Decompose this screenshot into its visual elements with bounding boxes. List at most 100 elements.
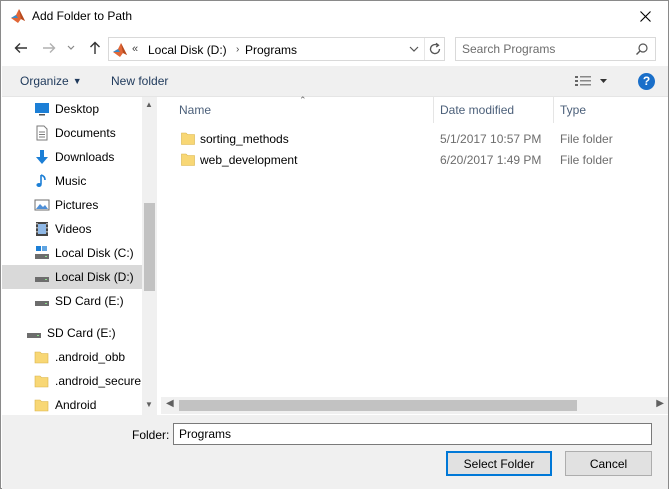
- file-name: web_development: [200, 153, 298, 167]
- file-date-modified: 6/20/2017 1:49 PM: [440, 153, 542, 167]
- scroll-right-icon[interactable]: ▶: [656, 398, 664, 409]
- refresh-icon[interactable]: [427, 41, 443, 57]
- sidebar-item-android[interactable]: Android: [2, 393, 142, 415]
- file-list-horizontal-scrollbar[interactable]: ◀ ▶: [161, 397, 668, 414]
- drive-icon: [35, 277, 49, 282]
- scroll-up-icon[interactable]: ▲: [145, 100, 153, 109]
- command-bar: Organize ▼ New folder ?: [2, 66, 668, 97]
- sidebar-item-label: Local Disk (D:): [55, 270, 134, 284]
- breadcrumb-local-disk-d[interactable]: Local Disk (D:): [148, 43, 227, 57]
- sidebar-item-label: Local Disk (C:): [55, 246, 134, 260]
- sidebar-item-music[interactable]: Music: [2, 169, 142, 193]
- folder-name-input[interactable]: [173, 423, 652, 445]
- dialog-footer: Folder: Select Folder Cancel: [2, 415, 668, 489]
- breadcrumb-separator-icon[interactable]: ›: [236, 44, 239, 55]
- window-title: Add Folder to Path: [32, 9, 133, 23]
- music-icon: [36, 174, 46, 187]
- folder-icon: [34, 351, 49, 364]
- add-folder-dialog: Add Folder to Path « Local Disk (D:) › P…: [0, 0, 669, 489]
- breadcrumb-overflow[interactable]: «: [132, 43, 138, 55]
- videos-icon: [36, 222, 48, 236]
- search-box: [455, 37, 656, 61]
- arrow-up-icon: [90, 41, 100, 54]
- file-type: File folder: [560, 132, 613, 146]
- sidebar-item-label: Pictures: [55, 198, 99, 212]
- folder-label: Folder:: [132, 428, 170, 442]
- drive-icon: [35, 301, 49, 306]
- desktop-icon: [35, 103, 49, 116]
- chevron-down-icon[interactable]: [407, 42, 421, 56]
- sidebar-item-documents[interactable]: Documents: [2, 121, 142, 145]
- select-folder-button[interactable]: Select Folder: [446, 451, 552, 476]
- close-icon: [639, 11, 651, 22]
- column-header-type[interactable]: Type: [560, 103, 586, 117]
- scroll-left-icon[interactable]: ◀: [166, 398, 174, 409]
- sidebar-item-downloads[interactable]: Downloads: [2, 145, 142, 169]
- file-row[interactable]: sorting_methods 5/1/2017 10:57 PM File f…: [175, 129, 655, 150]
- navigation-pane: Desktop Documents Downloads Music Pictur: [2, 97, 157, 415]
- scrollbar-thumb[interactable]: [179, 400, 577, 411]
- title-bar: Add Folder to Path: [1, 1, 668, 32]
- caret-down-icon: ▼: [72, 76, 82, 86]
- sidebar-item-label: SD Card (E:): [47, 326, 116, 340]
- file-date-modified: 5/1/2017 10:57 PM: [440, 132, 542, 146]
- search-icon[interactable]: [635, 42, 649, 56]
- sort-ascending-icon: ⌃: [299, 95, 307, 105]
- documents-icon: [36, 125, 48, 141]
- file-list: ⌃ Name Date modified Type sorting_method…: [161, 95, 668, 397]
- change-view-icon[interactable]: [574, 73, 610, 89]
- sidebar-scrollbar[interactable]: ▲ ▼: [142, 97, 157, 415]
- sidebar-item-label: Documents: [55, 126, 116, 140]
- sidebar-item-pictures[interactable]: Pictures: [2, 193, 142, 217]
- pictures-icon: [34, 199, 50, 211]
- scrollbar-thumb[interactable]: [144, 203, 155, 291]
- search-input[interactable]: [462, 41, 632, 57]
- arrow-right-icon: [43, 43, 56, 53]
- sidebar-item-label: .android_obb: [55, 350, 126, 364]
- sidebar-item-sd-card-e-root[interactable]: SD Card (E:): [2, 321, 142, 345]
- navigation-bar: « Local Disk (D:) › Programs: [1, 35, 668, 63]
- sidebar-item-desktop[interactable]: Desktop: [2, 97, 142, 121]
- column-header-name[interactable]: Name: [179, 103, 211, 117]
- downloads-icon: [36, 150, 48, 164]
- back-button[interactable]: [11, 38, 31, 58]
- sidebar-item-local-disk-c[interactable]: Local Disk (C:): [2, 241, 142, 265]
- help-icon[interactable]: ?: [638, 73, 655, 90]
- drive-icon: [35, 246, 49, 259]
- close-button[interactable]: [622, 1, 668, 32]
- cancel-button[interactable]: Cancel: [565, 451, 652, 476]
- new-folder-button[interactable]: New folder: [111, 74, 168, 88]
- sidebar-item-android-obb[interactable]: .android_obb: [2, 345, 142, 369]
- column-divider[interactable]: [433, 97, 434, 123]
- folder-icon: [181, 132, 195, 145]
- sidebar-item-local-disk-d[interactable]: Local Disk (D:): [2, 265, 142, 289]
- recent-locations-button[interactable]: [64, 38, 78, 58]
- sidebar-item-label: SD Card (E:): [55, 294, 124, 308]
- folder-icon: [34, 375, 49, 388]
- matlab-logo-icon: [113, 43, 127, 57]
- scroll-down-icon[interactable]: ▼: [145, 400, 153, 409]
- breadcrumb-programs[interactable]: Programs: [245, 43, 297, 57]
- file-row[interactable]: web_development 6/20/2017 1:49 PM File f…: [175, 150, 655, 171]
- sidebar-item-sd-card-e[interactable]: SD Card (E:): [2, 289, 142, 313]
- column-divider[interactable]: [553, 97, 554, 123]
- matlab-logo-icon: [11, 9, 25, 23]
- sidebar-item-label: Desktop: [55, 102, 100, 116]
- folder-icon: [34, 399, 49, 412]
- sidebar-item-videos[interactable]: Videos: [2, 217, 142, 241]
- drive-icon: [27, 333, 41, 338]
- column-header-date-modified[interactable]: Date modified: [440, 103, 514, 117]
- address-bar[interactable]: « Local Disk (D:) › Programs: [108, 37, 445, 61]
- organize-label: Organize: [20, 74, 69, 88]
- sidebar-item-label: Android: [55, 398, 97, 412]
- organize-menu[interactable]: Organize ▼: [20, 74, 82, 88]
- chevron-down-icon: [67, 45, 75, 50]
- sidebar-item-label: Videos: [55, 222, 92, 236]
- forward-button[interactable]: [39, 38, 59, 58]
- up-button[interactable]: [85, 38, 105, 58]
- sidebar-item-label: Music: [55, 174, 87, 188]
- sidebar-item-label: .android_secure: [55, 374, 142, 388]
- arrow-left-icon: [14, 43, 27, 53]
- sidebar-item-android-secure[interactable]: .android_secure: [2, 369, 142, 393]
- file-type: File folder: [560, 153, 613, 167]
